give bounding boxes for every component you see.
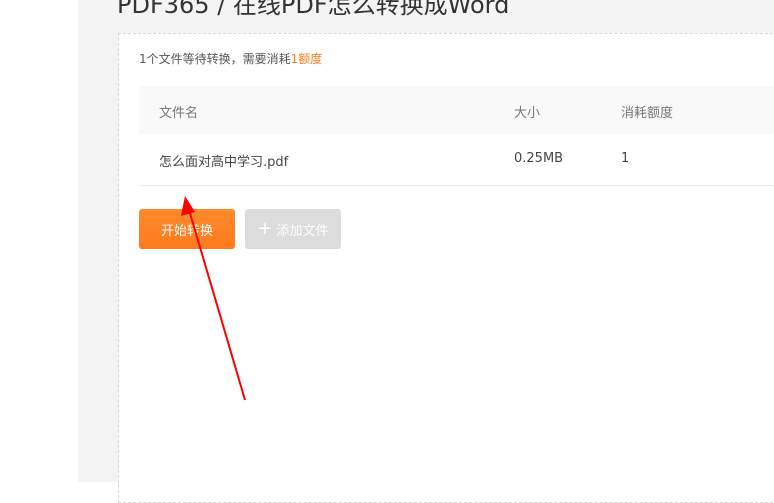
file-name: 怎么面对高中学习.pdf — [159, 155, 289, 170]
file-table-header: 文件名 大小 消耗额度 — [139, 86, 774, 134]
start-conversion-button[interactable]: 开始转换 — [139, 209, 235, 249]
table-row: 怎么面对高中学习.pdf 0.25MB 1 — [139, 134, 774, 186]
file-credit: 1 — [621, 151, 630, 166]
add-file-label: 添加文件 — [276, 223, 329, 239]
page-title: PDF365 / 在线PDF怎么转换成Word — [117, 0, 510, 19]
summary-text: 1个文件等待转换，需要消耗 — [139, 52, 291, 66]
file-size: 0.25MB — [514, 151, 564, 166]
add-file-button[interactable]: + 添加文件 — [245, 209, 341, 249]
column-header-credit: 消耗额度 — [621, 106, 674, 121]
conversion-summary: 1个文件等待转换，需要消耗1额度 — [139, 50, 322, 67]
column-header-size: 大小 — [514, 106, 541, 121]
plus-icon: + — [257, 218, 273, 239]
start-conversion-label: 开始转换 — [160, 223, 213, 239]
column-header-filename: 文件名 — [159, 106, 199, 121]
summary-credit-unit: 额度 — [298, 52, 323, 66]
